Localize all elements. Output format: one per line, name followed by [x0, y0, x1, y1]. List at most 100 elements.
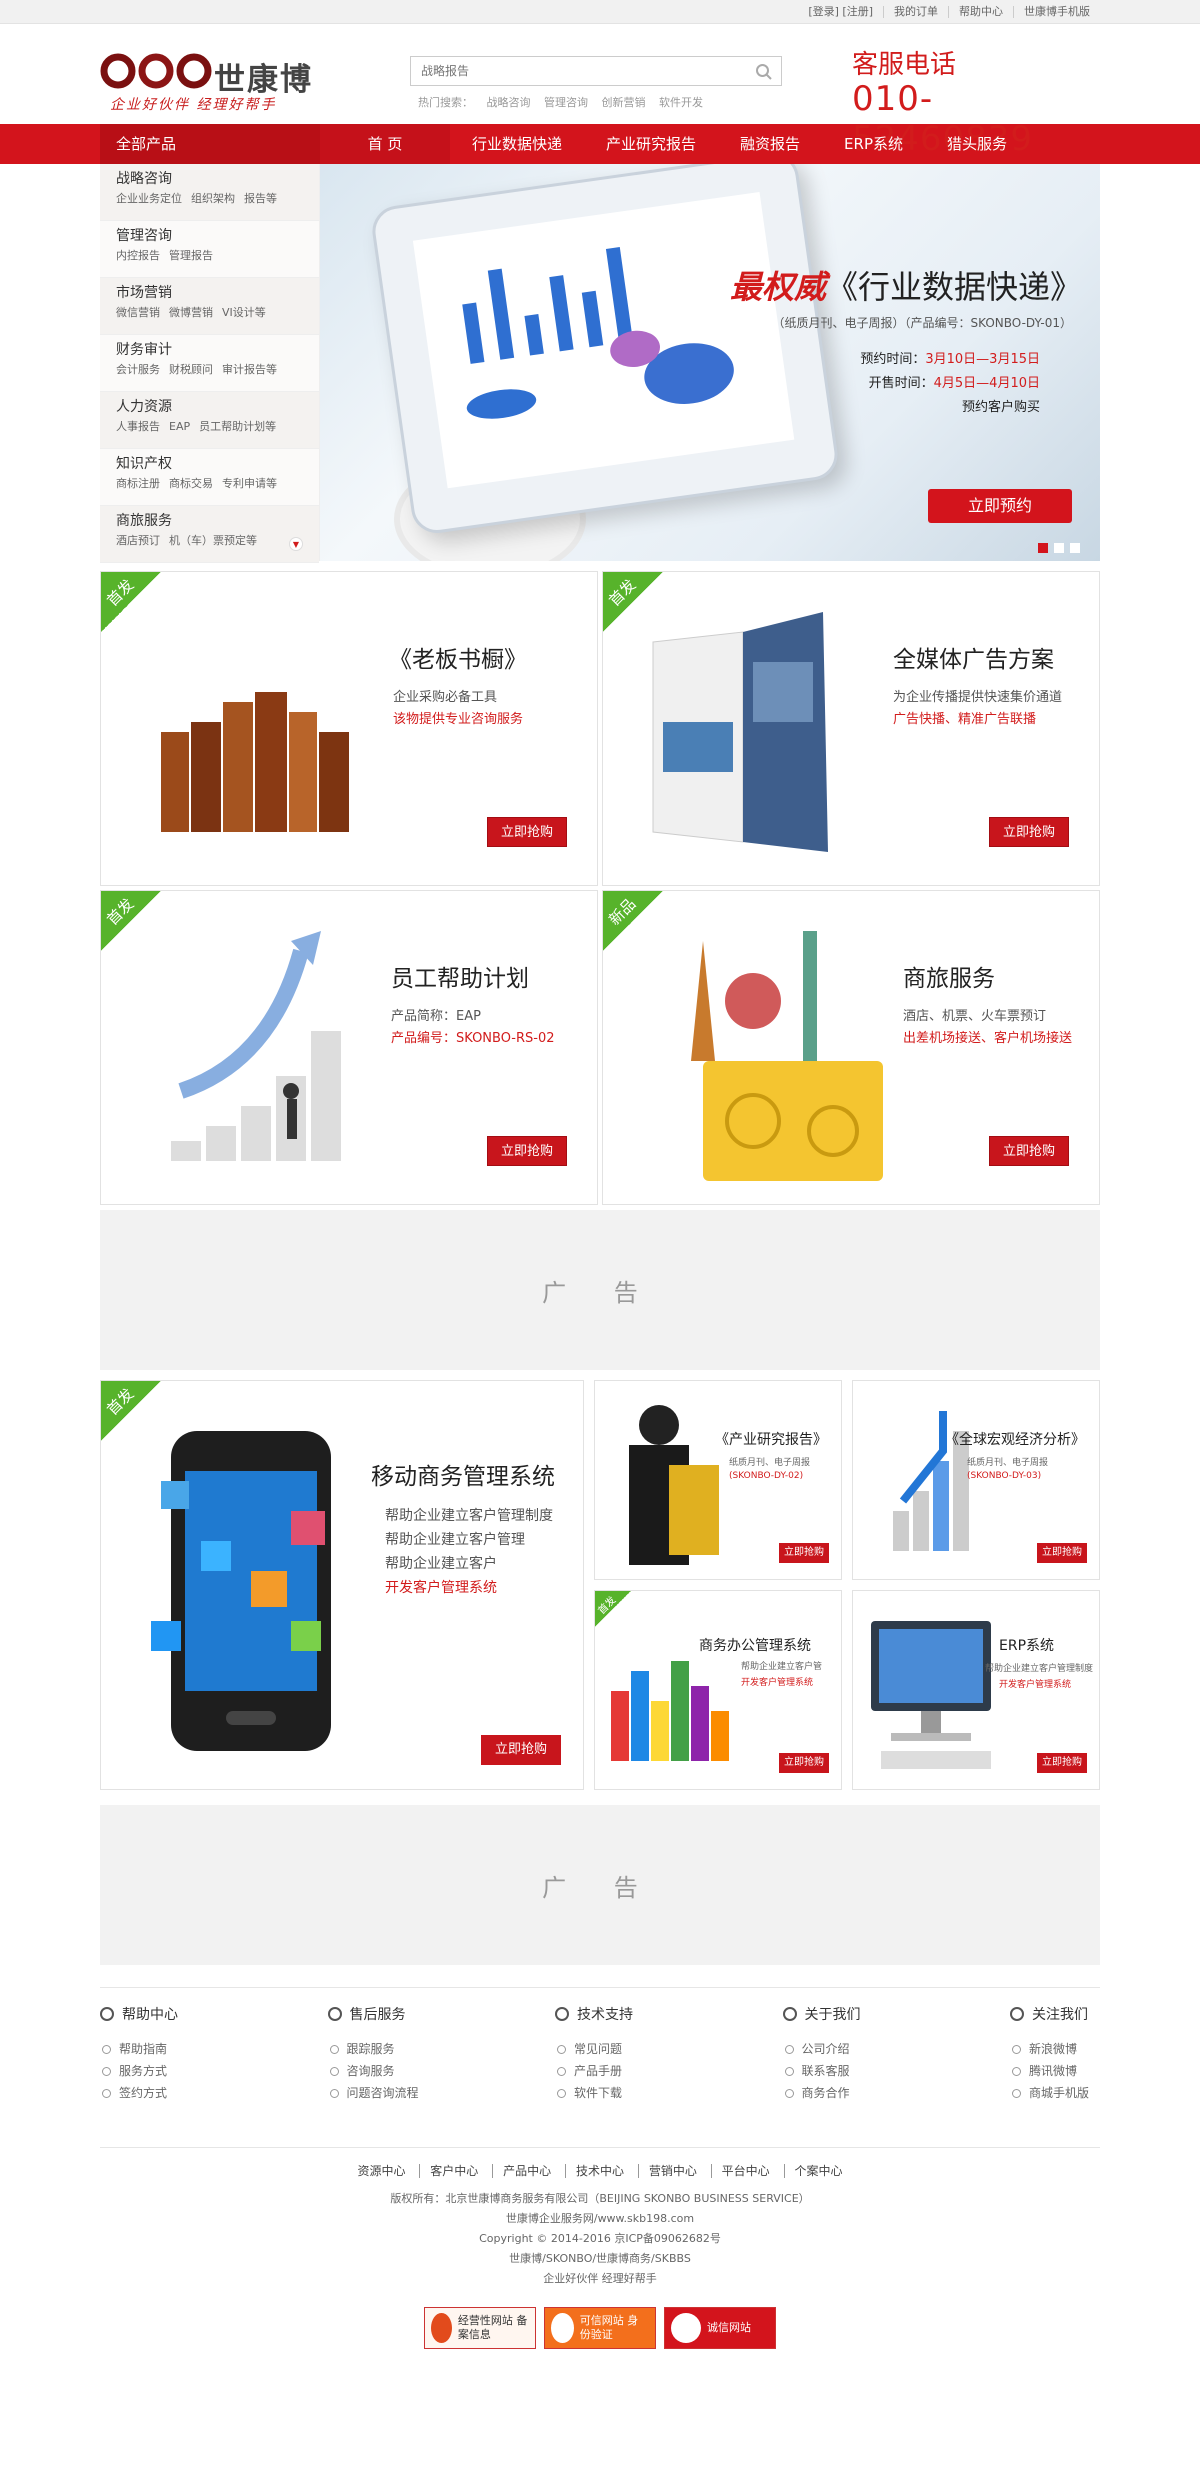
hot-search-link[interactable]: 软件开发	[659, 96, 703, 109]
sidebar-item-title[interactable]: 商旅服务	[116, 510, 319, 532]
footer-bottom-link[interactable]: 产品中心	[492, 2164, 562, 2178]
nav-item-financing-report[interactable]: 融资报告	[718, 124, 822, 164]
sidebar-item-travel[interactable]: 商旅服务 酒店预订 机（车）票预定等	[100, 506, 319, 563]
footer-link[interactable]: 商城手机版	[1010, 2082, 1100, 2104]
nav-item-erp[interactable]: ERP系统	[822, 124, 925, 164]
footer-bottom-link[interactable]: 个案中心	[783, 2164, 853, 2178]
footer-link-label[interactable]: 服务方式	[119, 2060, 167, 2082]
chevron-down-icon[interactable]: ▼	[289, 537, 303, 551]
buy-now-button[interactable]: 立即抢购	[487, 817, 567, 847]
sidebar-item-title[interactable]: 财务审计	[116, 339, 319, 361]
footer-link[interactable]: 新浪微博	[1010, 2038, 1100, 2060]
my-orders-link[interactable]: 我的订单	[883, 6, 948, 18]
card-title[interactable]: 《产业研究报告》	[715, 1429, 827, 1449]
sidebar-item-hr[interactable]: 人力资源 人事报告 EAP 员工帮助计划等	[100, 392, 319, 449]
nav-item-industry-data[interactable]: 行业数据快递	[450, 124, 584, 164]
product-card-eap[interactable]: 首发 员工帮助计划 产品简称：EAP 产品编号：SKONBO-RS-02 立即抢…	[100, 890, 598, 1205]
sidebar-link[interactable]: 微信营销	[116, 306, 160, 319]
sidebar-link[interactable]: 员工帮助计划等	[199, 420, 276, 433]
buy-now-button[interactable]: 立即抢购	[481, 1735, 561, 1765]
card-title[interactable]: 商旅服务	[903, 959, 995, 993]
footer-bottom-link[interactable]: 营销中心	[637, 2164, 707, 2178]
carousel-dot[interactable]	[1038, 543, 1048, 553]
sidebar-item-management[interactable]: 管理咨询 内控报告 管理报告	[100, 221, 319, 278]
sidebar-link[interactable]: 酒店预订	[116, 534, 160, 547]
sidebar-link[interactable]: 会计服务	[116, 363, 160, 376]
help-center-link[interactable]: 帮助中心	[948, 6, 1013, 18]
footer-link-label[interactable]: 腾讯微博	[1029, 2060, 1077, 2082]
sidebar-link[interactable]: 管理报告	[169, 249, 213, 262]
footer-bottom-link[interactable]: 客户中心	[419, 2164, 489, 2178]
carousel-dot[interactable]	[1054, 543, 1064, 553]
sidebar-item-strategy[interactable]: 战略咨询 企业业务定位 组织架构 报告等	[100, 164, 319, 221]
card-title[interactable]: 《老板书橱》	[389, 640, 527, 674]
sidebar-item-marketing[interactable]: 市场营销 微信营销 微博营销 VI设计等	[100, 278, 319, 335]
footer-bottom-link[interactable]: 资源中心	[347, 2164, 415, 2178]
sidebar-link[interactable]: 商标注册	[116, 477, 160, 490]
sidebar-link[interactable]: 财税顾问	[169, 363, 213, 376]
ad-banner[interactable]: 广 告	[100, 1805, 1100, 1965]
footer-link[interactable]: 签约方式	[100, 2082, 270, 2104]
business-website-badge[interactable]: 经营性网站 备案信息	[424, 2307, 536, 2349]
footer-link-label[interactable]: 产品手册	[574, 2060, 622, 2082]
footer-bottom-link[interactable]: 技术中心	[564, 2164, 634, 2178]
footer-link-label[interactable]: 常见问题	[574, 2038, 622, 2060]
logo[interactable]: 世康博 企业好伙伴 经理好帮手	[100, 48, 330, 118]
mobile-version-link[interactable]: 世康博手机版	[1013, 6, 1100, 18]
card-title[interactable]: 员工帮助计划	[391, 959, 529, 993]
buy-now-button[interactable]: 立即抢购	[1037, 1543, 1087, 1563]
hot-search-link[interactable]: 创新营销	[602, 96, 646, 109]
footer-link[interactable]: 公司介绍	[783, 2038, 953, 2060]
sidebar-link[interactable]: 审计报告等	[222, 363, 277, 376]
buy-now-button[interactable]: 立即抢购	[989, 817, 1069, 847]
footer-bottom-link[interactable]: 平台中心	[710, 2164, 780, 2178]
footer-link[interactable]: 问题咨询流程	[328, 2082, 498, 2104]
nav-item-home[interactable]: 首 页	[320, 124, 450, 164]
footer-link[interactable]: 产品手册	[555, 2060, 725, 2082]
footer-link-label[interactable]: 签约方式	[119, 2082, 167, 2104]
sidebar-item-title[interactable]: 市场营销	[116, 282, 319, 304]
footer-link-label[interactable]: 公司介绍	[802, 2038, 850, 2060]
buy-now-button[interactable]: 立即抢购	[487, 1136, 567, 1166]
sidebar-link[interactable]: 内控报告	[116, 249, 160, 262]
product-card-industry-report[interactable]: 《产业研究报告》 纸质月刊、电子周报 (SKONBO-DY-02) 立即抢购	[594, 1380, 842, 1580]
buy-now-button[interactable]: 立即抢购	[989, 1136, 1069, 1166]
footer-link[interactable]: 服务方式	[100, 2060, 270, 2082]
sidebar-item-title[interactable]: 管理咨询	[116, 225, 319, 247]
footer-link-label[interactable]: 帮助指南	[119, 2038, 167, 2060]
sidebar-link[interactable]: EAP	[169, 420, 190, 433]
footer-link-label[interactable]: 商务合作	[802, 2082, 850, 2104]
carousel-dot[interactable]	[1070, 543, 1080, 553]
nav-all-products[interactable]: 全部产品	[100, 124, 320, 164]
buy-now-button[interactable]: 立即抢购	[779, 1753, 829, 1773]
product-card-travel[interactable]: 新品 商旅服务 酒店、机票、火车票预订 出差机场接送、客户机场接送 立即抢购	[602, 890, 1100, 1205]
product-card-media-ad[interactable]: 首发 全媒体广告方案 为企业传播提供快速集价通道 广告快播、精准广告联播 立即抢…	[602, 571, 1100, 886]
product-card-mobile-crm[interactable]: 首发 移动商务管理系统 帮助企业建立客户管理制度 帮助企业建立客户管理 帮助企业…	[100, 1380, 584, 1790]
sidebar-link[interactable]: VI设计等	[222, 306, 266, 319]
sidebar-item-finance[interactable]: 财务审计 会计服务 财税顾问 审计报告等	[100, 335, 319, 392]
card-title[interactable]: 《全球宏观经济分析》	[945, 1429, 1085, 1449]
footer-link-label[interactable]: 软件下载	[574, 2082, 622, 2104]
footer-link[interactable]: 常见问题	[555, 2038, 725, 2060]
nav-item-industry-report[interactable]: 产业研究报告	[584, 124, 718, 164]
buy-now-button[interactable]: 立即抢购	[779, 1543, 829, 1563]
product-card-macro-economy[interactable]: 《全球宏观经济分析》 纸质月刊、电子周报 (SKONBO-DY-03) 立即抢购	[852, 1380, 1100, 1580]
hero-banner[interactable]: 最权威《行业数据快递》 （纸质月刊、电子周报）（产品编号：SKONBO-DY-0…	[320, 164, 1100, 561]
buy-now-button[interactable]: 立即抢购	[1037, 1753, 1087, 1773]
sidebar-link[interactable]: 人事报告	[116, 420, 160, 433]
footer-link[interactable]: 软件下载	[555, 2082, 725, 2104]
footer-link-label[interactable]: 商城手机版	[1029, 2082, 1089, 2104]
ad-banner[interactable]: 广 告	[100, 1210, 1100, 1370]
login-register-link[interactable]: [登录] [注册]	[798, 6, 883, 18]
product-card-bookcase[interactable]: 首发 《老板书橱》 企业采购必备工具 该物提供专业咨询服务 立即抢购	[100, 571, 598, 886]
reserve-button[interactable]: 立即预约	[928, 489, 1072, 523]
sidebar-item-title[interactable]: 知识产权	[116, 453, 319, 475]
nav-item-headhunting[interactable]: 猎头服务	[925, 124, 1029, 164]
footer-link-label[interactable]: 咨询服务	[347, 2060, 395, 2082]
sidebar-item-title[interactable]: 人力资源	[116, 396, 319, 418]
sidebar-link[interactable]: 报告等	[244, 192, 277, 205]
footer-link[interactable]: 联系客服	[783, 2060, 953, 2082]
sidebar-link[interactable]: 组织架构	[191, 192, 235, 205]
sidebar-link[interactable]: 专利申请等	[222, 477, 277, 490]
trusted-website-badge[interactable]: 可信网站 身份验证	[544, 2307, 656, 2349]
